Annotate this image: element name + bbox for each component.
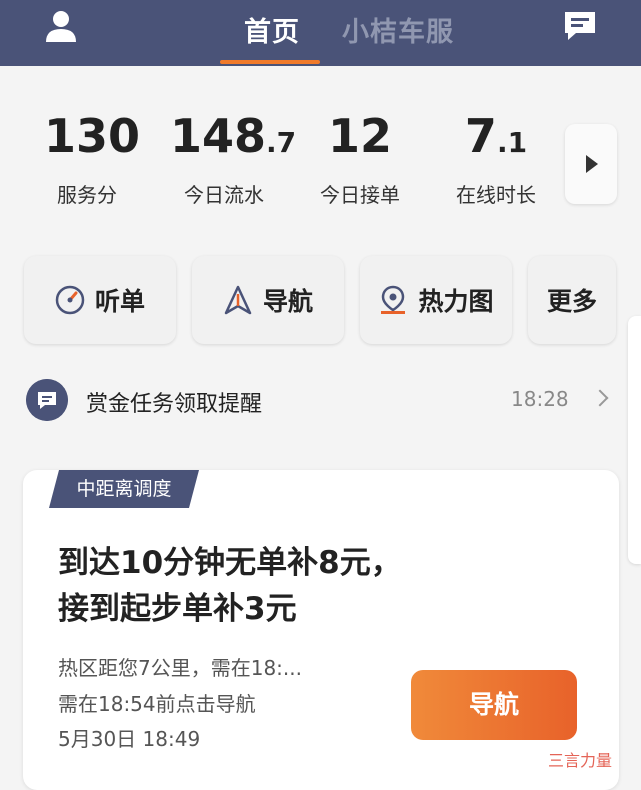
bounty-reminder-row[interactable]: 赏金任务领取提醒 18:28: [26, 372, 616, 430]
chat-bubble-icon: [26, 379, 68, 421]
message-icon[interactable]: [562, 8, 598, 44]
card-navigate-button[interactable]: 导航: [411, 670, 577, 740]
card-timestamp: 5月30日 18:49: [58, 727, 201, 751]
tab-car-service[interactable]: 小桔车服: [342, 10, 454, 49]
stat-online-time[interactable]: 7.1 在线时长: [446, 110, 546, 208]
stats-panel: 130 服务分 148.7 今日流水 12 今日接单 7.1 在线时长: [0, 96, 641, 246]
dial-icon: [55, 285, 85, 315]
card-title-line1: 到达10分钟无单补8元，: [58, 545, 402, 581]
stat-today-orders[interactable]: 12 今日接单: [312, 110, 408, 208]
notice-time: 18:28: [511, 387, 569, 411]
chevron-right-icon: [591, 389, 609, 407]
stat-today-income[interactable]: 148.7 今日流水: [170, 109, 297, 208]
stat-value: 130: [44, 109, 141, 163]
card-distance-text: 热区距您7公里，需在18:...: [58, 656, 302, 680]
stat-label: 在线时长: [456, 183, 536, 207]
heatmap-button[interactable]: 热力图: [360, 256, 512, 344]
location-pin-icon: [381, 285, 406, 314]
navigation-button[interactable]: 导航: [192, 256, 344, 344]
navigation-arrow-icon: [224, 285, 252, 315]
dispatch-tag: 中距离调度: [49, 470, 199, 508]
card-title: 到达10分钟无单补8元， 接到起步单补3元: [58, 540, 402, 632]
user-icon[interactable]: [44, 9, 78, 43]
action-label: 热力图: [418, 287, 494, 316]
stat-service-score[interactable]: 130 服务分: [44, 109, 141, 208]
stat-value: 12: [327, 109, 392, 163]
action-label: 更多: [546, 287, 597, 316]
stat-label: 今日流水: [184, 183, 264, 207]
side-panel-edge[interactable]: [628, 316, 641, 564]
watermark: 三言力量: [548, 751, 613, 770]
card-title-line2: 接到起步单补3元: [58, 591, 297, 627]
active-tab-indicator: [220, 60, 320, 64]
listen-orders-button[interactable]: 听单: [24, 256, 176, 344]
stat-label: 服务分: [57, 183, 117, 207]
stat-label: 今日接单: [320, 183, 400, 207]
stat-value: 148.7: [170, 109, 297, 163]
dispatch-card: 中距离调度 到达10分钟无单补8元， 接到起步单补3元 热区距您7公里，需在18…: [23, 470, 619, 790]
notice-text: 赏金任务领取提醒: [86, 392, 263, 417]
stats-more-arrow[interactable]: [565, 124, 617, 204]
stat-value: 7.1: [464, 109, 528, 163]
action-label: 导航: [262, 287, 313, 316]
tab-home[interactable]: 首页: [244, 10, 300, 49]
action-label: 听单: [94, 287, 145, 316]
app-header: 首页 小桔车服: [0, 0, 641, 66]
card-deadline-text: 需在18:54前点击导航: [58, 692, 256, 716]
more-button[interactable]: 更多: [528, 256, 616, 344]
